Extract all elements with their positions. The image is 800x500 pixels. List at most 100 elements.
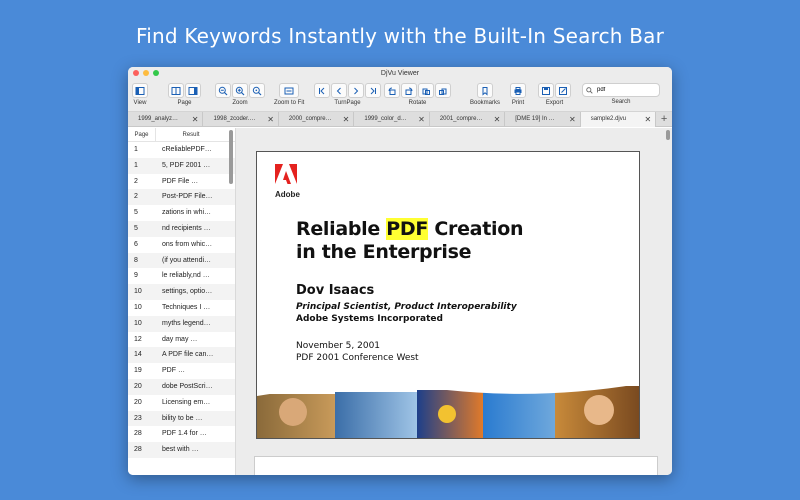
document-tab[interactable]: 2000_compre… ✕: [279, 112, 355, 127]
continuous-page-button[interactable]: [185, 83, 201, 98]
result-row[interactable]: 1 cReliablePDF…: [128, 142, 235, 158]
close-tab-icon[interactable]: ✕: [192, 112, 199, 127]
document-role: Principal Scientist, Product Interoperab…: [296, 302, 517, 312]
view-button[interactable]: [132, 83, 148, 98]
edit-export-icon: [559, 86, 567, 95]
document-date: November 5, 2001: [296, 341, 381, 351]
result-row[interactable]: 1 5, PDF 2001 …: [128, 157, 235, 174]
close-tab-icon[interactable]: ✕: [343, 112, 350, 127]
single-page-button[interactable]: [168, 83, 184, 98]
result-snippet: PDF 1.4 for …: [162, 430, 207, 438]
close-tab-icon[interactable]: ✕: [267, 112, 274, 127]
result-snippet: settings, optio…: [162, 288, 213, 296]
document-tab[interactable]: 1999_color_d… ✕: [354, 112, 430, 127]
result-row[interactable]: 28 PDF 1.4 for …: [128, 426, 235, 442]
print-button[interactable]: [510, 83, 526, 98]
rotate-group: Rotate: [384, 83, 451, 106]
result-page-number: 23: [134, 414, 142, 422]
first-page-button[interactable]: [314, 83, 330, 98]
toolbar: View Page Zoom Zoom to Fit TurnPage Rota…: [128, 80, 672, 112]
view-label: View: [133, 100, 147, 106]
result-row[interactable]: 14 A PDF file can…: [128, 347, 235, 364]
document-tab[interactable]: [DME 19] In … ✕: [505, 112, 581, 127]
page-layout-icon: [188, 86, 198, 95]
result-row[interactable]: 8 (if you attendi…: [128, 252, 235, 269]
result-row[interactable]: 2 PDF File …: [128, 174, 235, 190]
bookmark-icon: [482, 86, 488, 96]
maximize-window-button[interactable]: [153, 70, 159, 76]
close-window-button[interactable]: [133, 70, 139, 76]
tab-label: 1998_zcoder.…: [213, 116, 256, 122]
save-button[interactable]: [538, 83, 554, 98]
chevron-left-icon: [336, 87, 341, 94]
search-field[interactable]: [582, 83, 660, 97]
last-page-icon: [370, 87, 376, 94]
new-tab-button[interactable]: +: [656, 112, 672, 127]
adobe-wordmark: Adobe: [275, 190, 300, 199]
close-tab-icon[interactable]: ✕: [418, 112, 425, 127]
result-row[interactable]: 19 PDF …: [128, 363, 235, 379]
result-row[interactable]: 10 myths legend…: [128, 315, 235, 332]
adobe-logo: Adobe: [275, 164, 300, 199]
zoom-out-icon: [218, 86, 228, 95]
document-tab[interactable]: 2001_compre… ✕: [430, 112, 506, 127]
zoom-actual-icon: [252, 86, 262, 95]
result-snippet: ons from whic…: [162, 240, 213, 248]
result-row[interactable]: 5 nd recipients …: [128, 220, 235, 237]
column-header-result[interactable]: Result: [156, 128, 226, 141]
result-row[interactable]: 9 le reliably,nd …: [128, 268, 235, 284]
result-row[interactable]: 10 settings, optio…: [128, 284, 235, 300]
result-page-number: 10: [134, 319, 142, 327]
previous-page-button[interactable]: [331, 83, 347, 98]
last-page-button[interactable]: [365, 83, 381, 98]
fit-width-icon: [284, 87, 294, 94]
result-page-number: 8: [134, 256, 138, 264]
next-document-page: [254, 456, 658, 475]
result-row[interactable]: 12 day may …: [128, 332, 235, 348]
result-page-number: 10: [134, 288, 142, 296]
window-title: DjVu Viewer: [380, 70, 420, 77]
result-row[interactable]: 6 ons from whic…: [128, 237, 235, 253]
zoom-out-button[interactable]: [215, 83, 231, 98]
document-viewer[interactable]: Adobe Reliable PDF Creation in the Enter…: [236, 128, 672, 475]
title-text-pre: Reliable: [296, 218, 387, 240]
sidebar-icon: [135, 86, 145, 95]
zoom-in-button[interactable]: [232, 83, 248, 98]
next-page-button[interactable]: [348, 83, 364, 98]
close-tab-icon[interactable]: ✕: [644, 112, 651, 127]
document-tab[interactable]: 1998_zcoder.… ✕: [203, 112, 279, 127]
viewer-scrollbar[interactable]: [666, 130, 670, 140]
page-group: Page: [168, 83, 201, 106]
bookmarks-button[interactable]: [477, 83, 493, 98]
result-snippet: le reliably,nd …: [162, 272, 210, 280]
results-scrollbar[interactable]: [229, 130, 233, 184]
view-group: View: [132, 83, 148, 106]
export-group: Export: [538, 83, 571, 106]
column-header-page[interactable]: Page: [128, 128, 156, 141]
close-tab-icon[interactable]: ✕: [494, 112, 501, 127]
zoom-to-fit-button[interactable]: [279, 83, 300, 98]
document-tab-active[interactable]: sample2.djvu ✕: [580, 112, 657, 127]
result-row[interactable]: 28 best with …: [128, 442, 235, 458]
document-author: Dov Isaacs: [296, 283, 375, 298]
document-tab[interactable]: 1999_analyz… ✕: [128, 112, 204, 127]
result-row[interactable]: 20 Licensing em…: [128, 395, 235, 411]
result-row[interactable]: 23 bility to be …: [128, 410, 235, 427]
rotate-right-button[interactable]: [401, 83, 417, 98]
result-row[interactable]: 2 Post-PDF File…: [128, 189, 235, 206]
rotate-left-button[interactable]: [384, 83, 400, 98]
zoom-fit-label: Zoom to Fit: [274, 100, 305, 106]
actual-size-button[interactable]: [249, 83, 265, 98]
rotate-page-left-button[interactable]: [418, 83, 434, 98]
result-row[interactable]: 20 dobe PostScri…: [128, 378, 235, 395]
close-tab-icon[interactable]: ✕: [569, 112, 576, 127]
result-row[interactable]: 5 zations in whi…: [128, 205, 235, 221]
result-snippet: best with …: [162, 446, 199, 454]
export-button[interactable]: [555, 83, 571, 98]
search-results-panel: Page Result 1 cReliablePDF… 1 5, PDF 2001 ……: [128, 128, 236, 475]
search-input[interactable]: [597, 87, 657, 93]
minimize-window-button[interactable]: [143, 70, 149, 76]
result-snippet: 5, PDF 2001 …: [162, 161, 211, 169]
rotate-page-right-button[interactable]: [435, 83, 451, 98]
result-row[interactable]: 10 Techniques I …: [128, 300, 235, 316]
